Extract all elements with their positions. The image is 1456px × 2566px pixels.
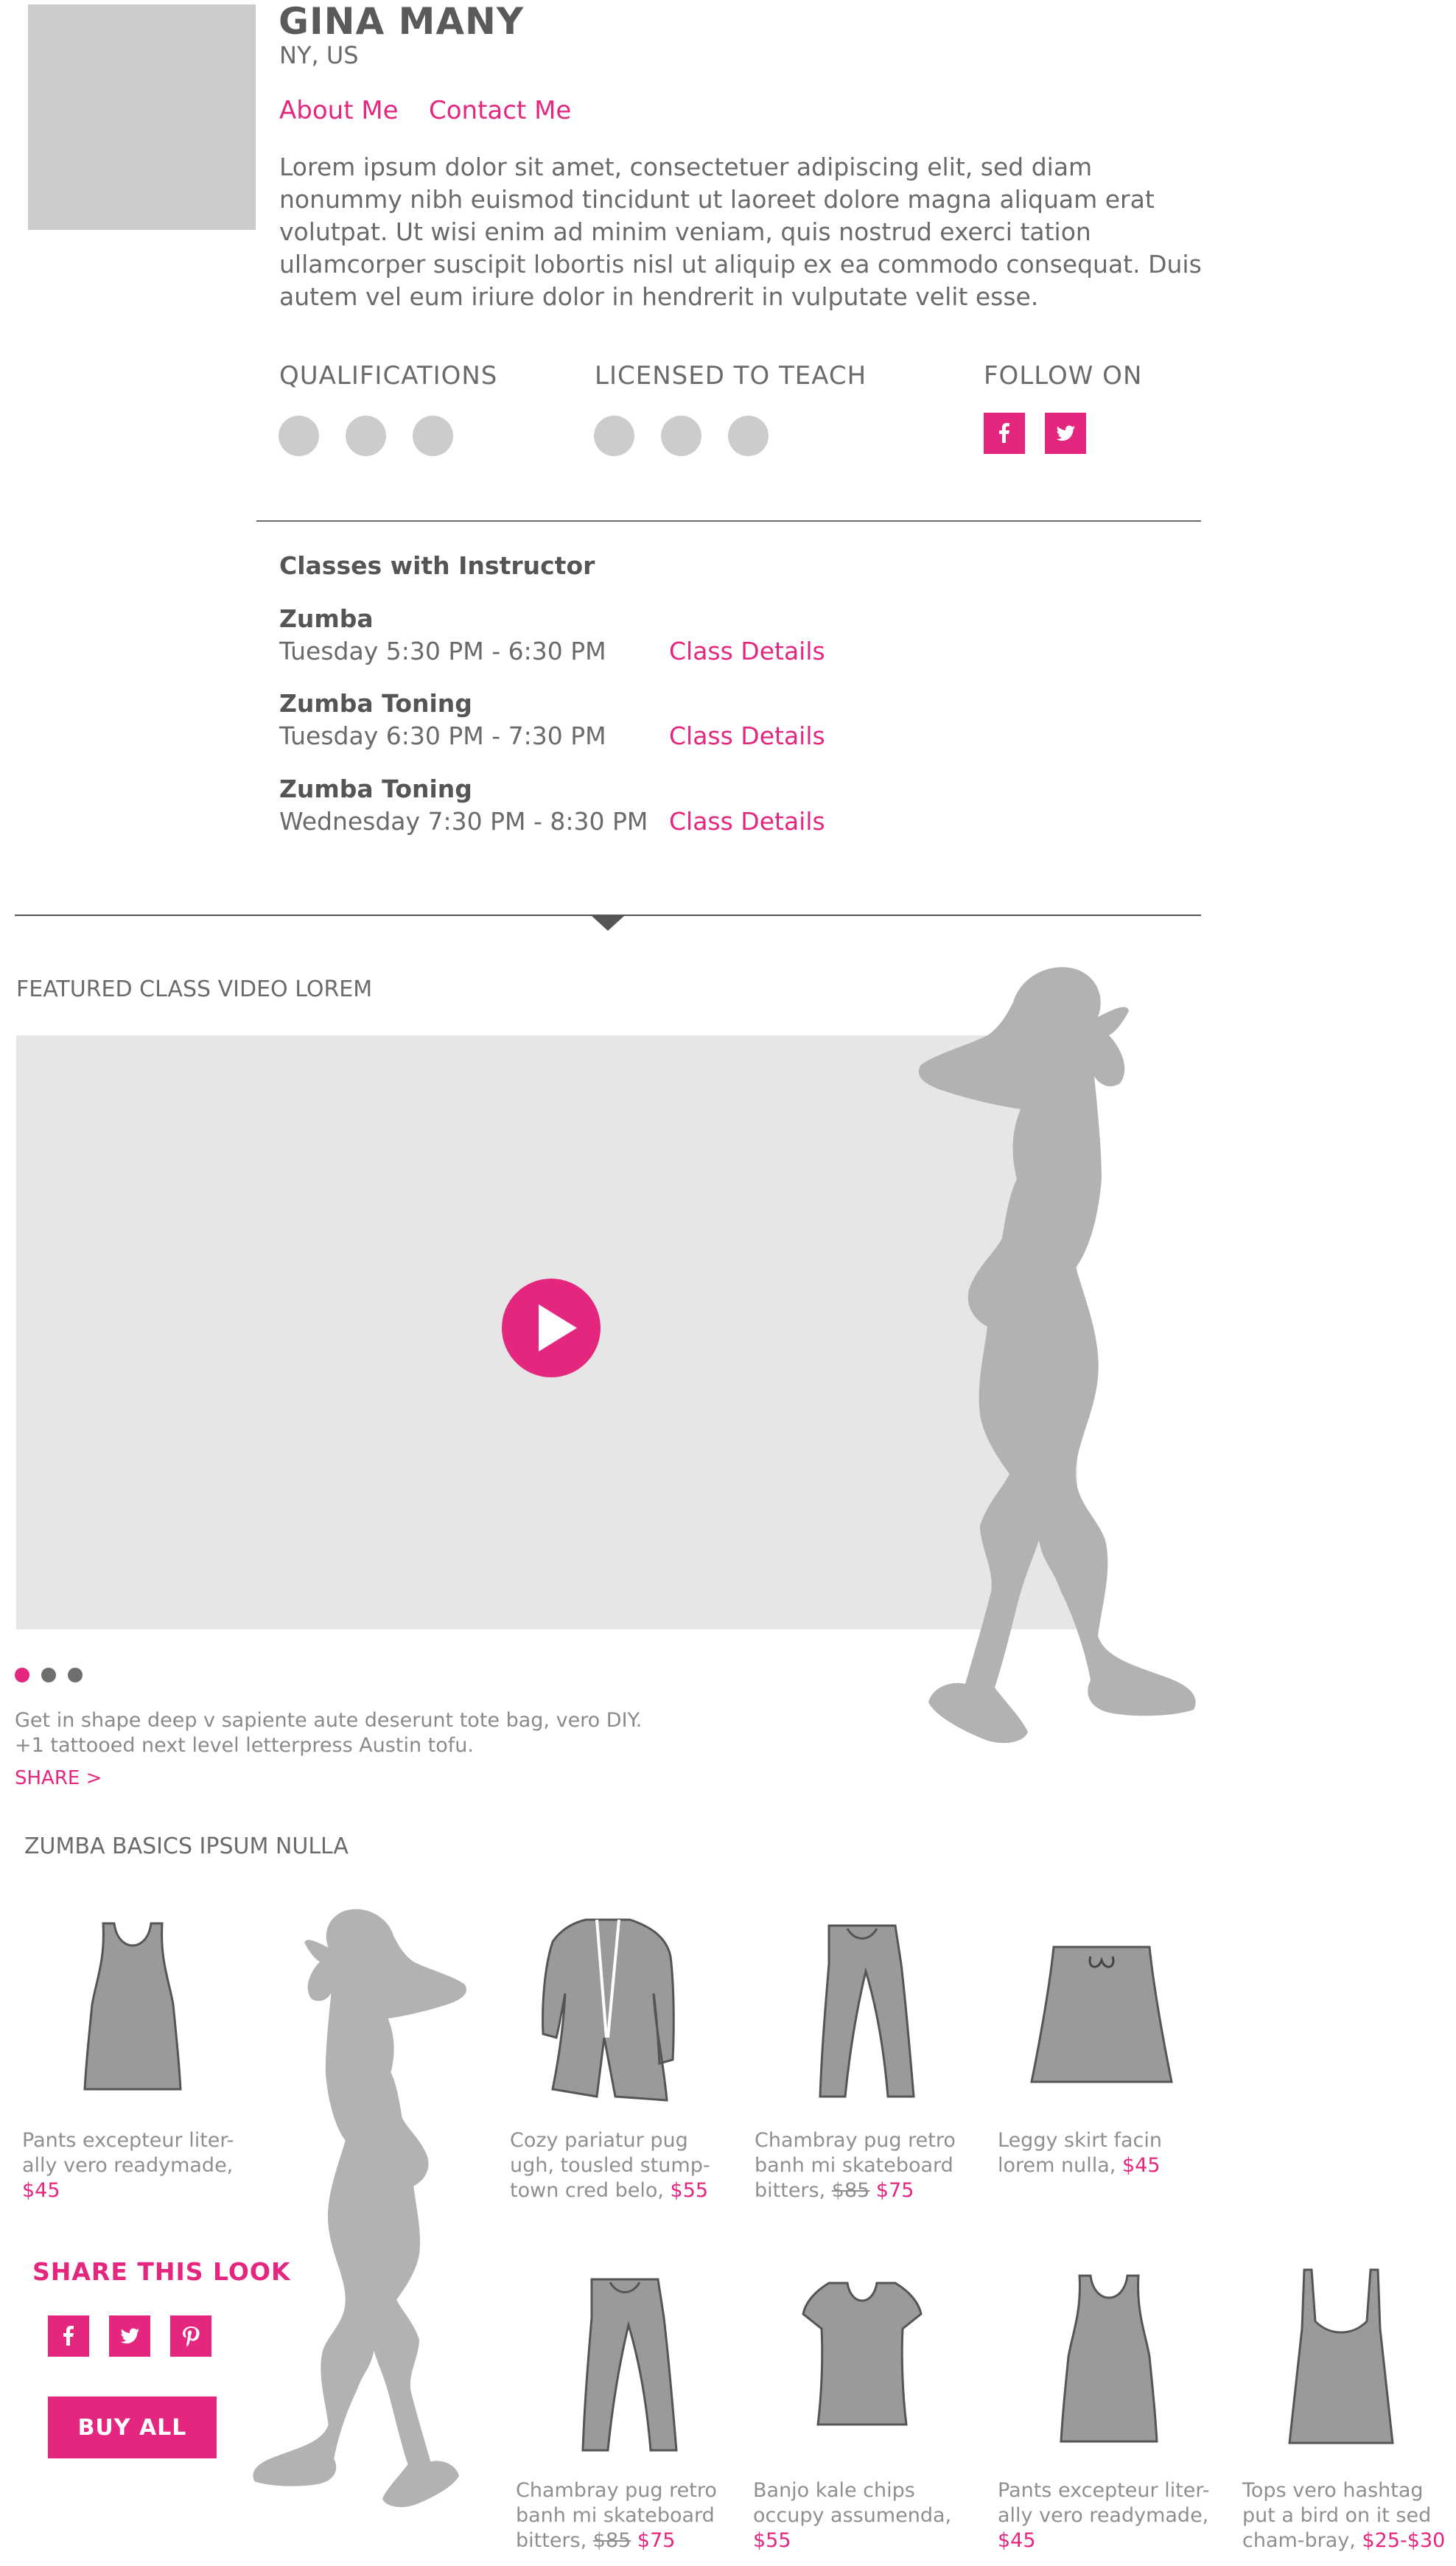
license-badge[interactable]	[728, 416, 769, 456]
carousel-dot[interactable]	[41, 1668, 56, 1682]
facebook-icon	[63, 2326, 74, 2346]
pants-icon	[819, 1924, 915, 2098]
product-price[interactable]: $45	[22, 2179, 60, 2202]
qualifications-heading: QUALIFICATIONS	[279, 361, 498, 391]
product-price[interactable]: $55	[753, 2529, 791, 2552]
video-description: Get in shape deep v sapiente aute deseru…	[15, 1708, 678, 1758]
product-caption: Pants excepteur liter-ally vero readymad…	[998, 2478, 1219, 2553]
product-old-price: $85	[831, 2179, 870, 2202]
camisole-icon	[1288, 2268, 1394, 2444]
twitter-share-button[interactable]	[109, 2315, 150, 2357]
carousel-dot[interactable]	[68, 1668, 83, 1682]
dancer-silhouette-image	[253, 1909, 467, 2508]
share-link[interactable]: SHARE >	[15, 1767, 102, 1789]
facebook-share-button[interactable]	[48, 2315, 89, 2357]
facebook-follow-button[interactable]	[984, 413, 1025, 454]
basics-heading: ZUMBA BASICS IPSUM NULLA	[24, 1833, 349, 1859]
tank-top-icon	[83, 1922, 182, 2091]
qualification-badge[interactable]	[346, 416, 386, 456]
product-price[interactable]: $55	[671, 2179, 709, 2202]
video-description-line: +1 tattooed next level letterpress Austi…	[15, 1734, 474, 1757]
caret-down-icon	[592, 916, 624, 931]
featured-video-heading: FEATURED CLASS VIDEO LOREM	[16, 976, 373, 1002]
product-caption: Banjo kale chips occupy assumenda, $55	[753, 2478, 974, 2553]
twitter-icon	[120, 2328, 139, 2344]
follow-heading: FOLLOW ON	[984, 361, 1143, 391]
license-badge[interactable]	[594, 416, 634, 456]
carousel-dot-active[interactable]	[15, 1668, 29, 1682]
product-price[interactable]: $75	[637, 2529, 676, 2552]
qualification-badge[interactable]	[279, 416, 319, 456]
instructor-bio: Lorem ipsum dolor sit amet, consectetuer…	[279, 153, 1202, 311]
facebook-icon	[999, 423, 1009, 443]
qualification-badge[interactable]	[413, 416, 453, 456]
licensed-heading: LICENSED TO TEACH	[595, 361, 867, 391]
product-price[interactable]: $75	[876, 2179, 914, 2202]
tshirt-icon	[802, 2282, 923, 2426]
classes-heading: Classes with Instructor	[279, 551, 595, 580]
contact-me-link[interactable]: Contact Me	[429, 96, 571, 125]
product-price[interactable]: $25-$30	[1362, 2529, 1446, 2552]
class-name: Zumba Toning	[279, 775, 472, 803]
class-details-link[interactable]: Class Details	[669, 721, 825, 750]
product-old-price: $85	[592, 2529, 631, 2552]
product-caption: Tops vero hashtag put a bird on it sed c…	[1242, 2478, 1456, 2553]
product-caption: Chambray pug retro banh mi skateboard bi…	[755, 2128, 976, 2203]
about-me-link[interactable]: About Me	[279, 96, 399, 125]
product-caption: Chambray pug retro banh mi skateboard bi…	[516, 2478, 737, 2553]
section-divider	[256, 520, 1201, 522]
buy-all-button[interactable]: BUY ALL	[48, 2397, 217, 2458]
play-icon	[539, 1304, 577, 1352]
product-caption: Cozy pariatur pug ugh, tousled stump-tow…	[510, 2128, 731, 2203]
play-button[interactable]	[502, 1279, 601, 1377]
instructor-location: NY, US	[279, 41, 359, 69]
class-details-link[interactable]: Class Details	[669, 637, 825, 665]
product-caption: Pants excepteur liter-ally vero readymad…	[22, 2128, 243, 2203]
instructor-photo	[28, 4, 256, 230]
license-badge[interactable]	[661, 416, 701, 456]
skirt-icon	[1030, 1946, 1173, 2083]
cardigan-icon	[542, 1918, 675, 2102]
product-price[interactable]: $45	[1122, 2154, 1161, 2177]
class-time: Wednesday 7:30 PM - 8:30 PM	[279, 807, 648, 836]
class-time: Tuesday 6:30 PM - 7:30 PM	[279, 721, 606, 750]
twitter-follow-button[interactable]	[1045, 413, 1086, 454]
product-description: Pants excepteur liter-ally vero readymad…	[998, 2479, 1210, 2527]
class-details-link[interactable]: Class Details	[669, 807, 825, 836]
twitter-icon	[1056, 425, 1075, 441]
class-name: Zumba Toning	[279, 689, 472, 718]
pinterest-share-button[interactable]	[170, 2315, 211, 2357]
tank-top-icon	[1060, 2274, 1158, 2443]
product-description: Banjo kale chips occupy assumenda,	[753, 2479, 952, 2527]
share-this-look-heading: SHARE THIS LOOK	[32, 2257, 291, 2286]
product-description: Pants excepteur liter-ally vero readymad…	[22, 2129, 234, 2177]
class-time: Tuesday 5:30 PM - 6:30 PM	[279, 637, 606, 665]
pants-icon	[581, 2278, 678, 2452]
product-price[interactable]: $45	[998, 2529, 1036, 2552]
video-description-line: Get in shape deep v sapiente aute deseru…	[15, 1709, 643, 1732]
pinterest-icon	[183, 2326, 200, 2347]
product-caption: Leggy skirt facin lorem nulla, $45	[998, 2128, 1219, 2178]
instructor-name: GINA MANY	[279, 0, 525, 43]
dancer-silhouette-image	[918, 967, 1196, 1744]
class-name: Zumba	[279, 604, 374, 633]
